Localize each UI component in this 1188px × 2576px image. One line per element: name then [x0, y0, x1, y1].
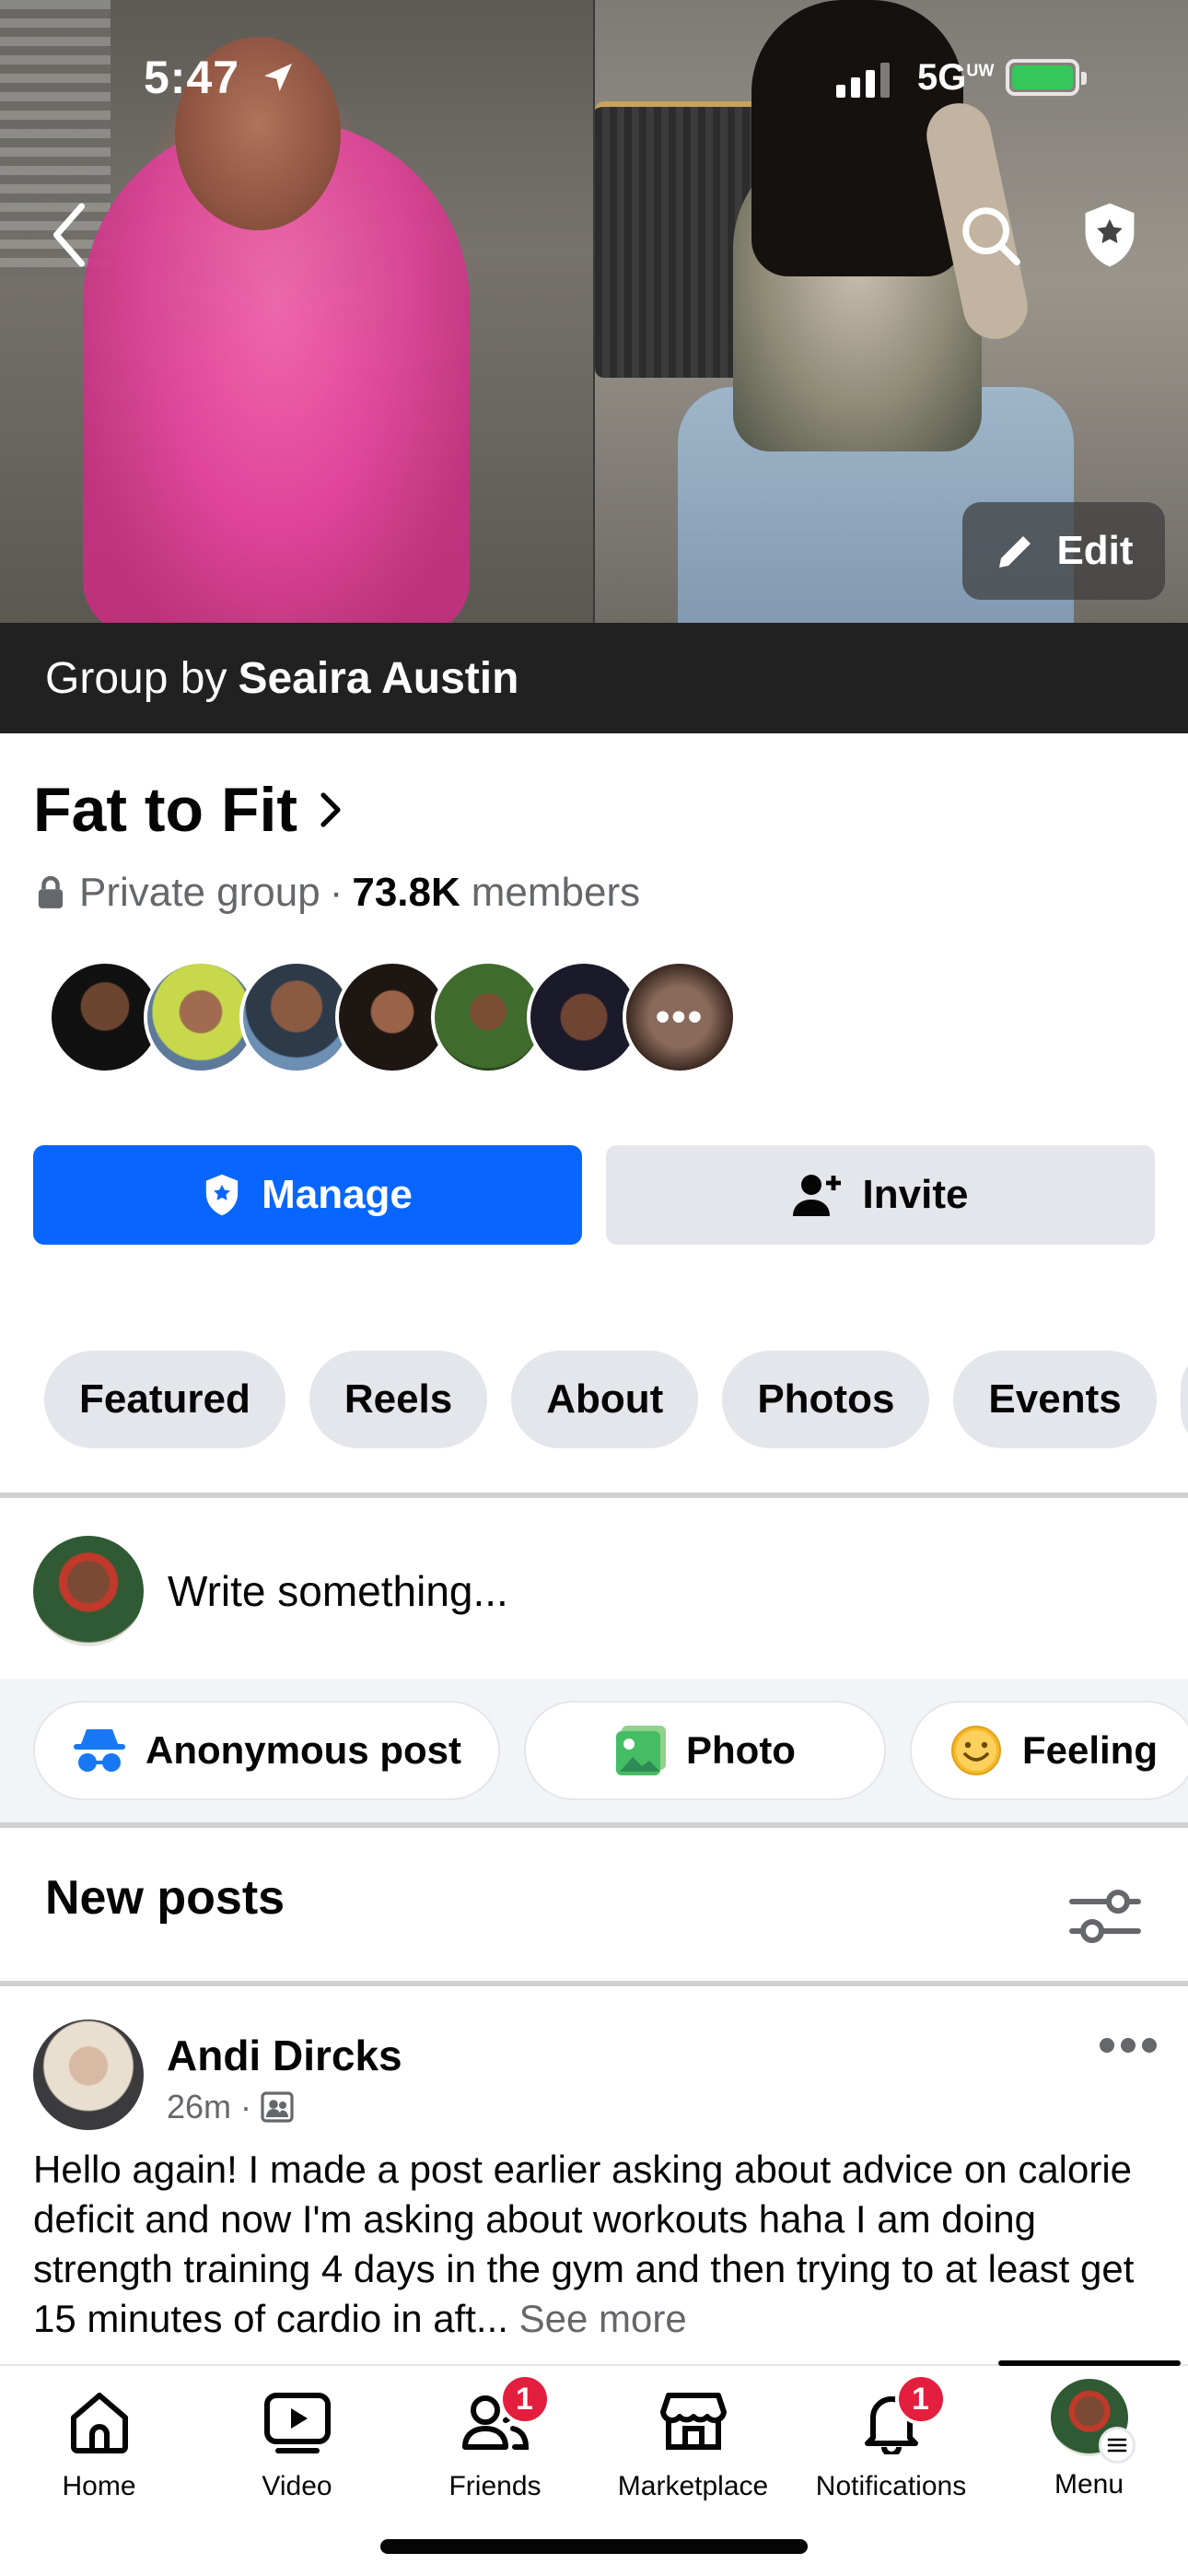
member-count[interactable]: 73.8K: [352, 870, 460, 916]
group-by-prefix: Group by: [45, 653, 227, 703]
home-icon: [70, 2393, 128, 2453]
tab-overflow[interactable]: [1180, 1351, 1188, 1448]
status-time: 5:47: [144, 52, 240, 103]
friends-badge: 1: [498, 2373, 551, 2425]
avatar: [1050, 2379, 1136, 2464]
search-button[interactable]: [953, 193, 1027, 276]
nav-notifications[interactable]: 1 Notifications: [792, 2373, 990, 2515]
feeling-label: Feeling: [1021, 1728, 1158, 1772]
nav-menu-label: Menu: [1054, 2469, 1124, 2500]
video-icon: [263, 2393, 331, 2453]
more-options-icon[interactable]: [1096, 2027, 1160, 2064]
post-meta-separator: ·: [240, 2088, 252, 2125]
see-more-link[interactable]: See more: [519, 2297, 687, 2340]
nav-video[interactable]: Video: [198, 2377, 396, 2515]
admin-tools-button[interactable]: [1073, 193, 1147, 276]
more-dots-icon: •••: [655, 994, 705, 1039]
manage-label: Manage: [262, 1172, 413, 1217]
chevron-left-icon: [52, 203, 86, 267]
nav-video-label: Video: [262, 2471, 332, 2501]
tab-events[interactable]: Events: [953, 1351, 1157, 1448]
feeling-button[interactable]: Feeling: [909, 1701, 1188, 1800]
post-body: Hello again! I made a post earlier askin…: [33, 2145, 1157, 2344]
group-owner-banner: Group by Seaira Austin: [0, 623, 1188, 733]
back-button[interactable]: [37, 193, 101, 276]
nav-friends[interactable]: 1 Friends: [396, 2373, 594, 2515]
photo-label: Photo: [686, 1728, 796, 1772]
section-divider: [0, 1981, 1188, 1986]
filter-sliders-icon[interactable]: [1068, 1884, 1142, 1949]
nav-marketplace[interactable]: Marketplace: [594, 2377, 792, 2515]
cover-photo[interactable]: 5:47 5GUW Edit: [0, 0, 1188, 623]
tab-reels[interactable]: Reels: [309, 1351, 488, 1448]
composer-actions: Anonymous post Photo Feeling: [33, 1701, 1188, 1800]
avatar[interactable]: [33, 2020, 144, 2130]
incognito-icon: [74, 1729, 125, 1772]
status-bar: 5:47 5GUW: [0, 0, 1188, 147]
avatar: [33, 1536, 144, 1646]
post-author-name[interactable]: Andi Dircks: [167, 2031, 402, 2080]
smiley-icon: [950, 1726, 1001, 1775]
group-privacy: Private group: [79, 870, 320, 915]
nav-menu[interactable]: Menu: [990, 2377, 1188, 2515]
marketplace-icon: [659, 2393, 727, 2450]
section-divider: [0, 1493, 1188, 1498]
notifications-badge: 1: [894, 2373, 947, 2425]
shield-star-icon: [1085, 203, 1135, 267]
group-title-row[interactable]: Fat to Fit: [33, 774, 344, 846]
home-indicator: [380, 2539, 808, 2554]
edit-cover-button[interactable]: Edit: [962, 502, 1165, 600]
invite-button[interactable]: Invite: [606, 1145, 1155, 1245]
composer-placeholder[interactable]: Write something...: [168, 1566, 508, 1616]
edit-label: Edit: [1056, 528, 1134, 573]
chevron-right-icon: [320, 792, 341, 827]
post-meta: 26m ·: [167, 2088, 294, 2126]
search-icon: [962, 207, 1020, 265]
group-actions: Manage Invite: [33, 1145, 1155, 1245]
nav-friends-label: Friends: [448, 2471, 542, 2501]
shield-star-icon: [205, 1174, 239, 1216]
anonymous-post-label: Anonymous post: [146, 1728, 461, 1772]
nav-notifications-label: Notifications: [815, 2471, 967, 2501]
section-divider: [0, 1822, 1188, 1828]
post-time[interactable]: 26m: [167, 2088, 231, 2126]
add-person-icon: [792, 1175, 841, 1216]
tab-photos[interactable]: Photos: [722, 1351, 930, 1448]
meta-separator: ·: [329, 870, 344, 915]
photo-button[interactable]: Photo: [524, 1701, 886, 1800]
group-meta: Private group · 73.8K members: [37, 870, 640, 916]
active-tab-indicator: [998, 2360, 1181, 2366]
battery-icon: [1006, 59, 1087, 96]
tab-about[interactable]: About: [511, 1351, 699, 1448]
photo-icon: [616, 1726, 666, 1775]
manage-button[interactable]: Manage: [33, 1145, 582, 1245]
member-avatars[interactable]: •••: [48, 960, 737, 1074]
menu-hamburger-icon: [1098, 2427, 1136, 2464]
group-owner-name[interactable]: Seaira Austin: [238, 653, 518, 704]
nav-home-label: Home: [62, 2471, 136, 2501]
lock-icon: [38, 875, 64, 908]
feed-heading: New posts: [45, 1871, 285, 1925]
more-members-button[interactable]: •••: [623, 960, 737, 1074]
post-composer[interactable]: Write something...: [33, 1536, 508, 1646]
nav-home[interactable]: Home: [0, 2377, 198, 2515]
location-arrow-icon: [264, 64, 292, 91]
tab-featured[interactable]: Featured: [44, 1351, 285, 1448]
group-tabs: Featured Reels About Photos Events: [44, 1351, 1188, 1448]
anonymous-post-button[interactable]: Anonymous post: [33, 1701, 500, 1800]
group-members-audience-icon: [261, 2091, 294, 2123]
nav-marketplace-label: Marketplace: [617, 2471, 769, 2501]
group-name: Fat to Fit: [33, 775, 298, 845]
signal-icon: [836, 61, 890, 98]
pencil-icon: [999, 536, 1031, 568]
network-type: 5GUW: [917, 57, 995, 98]
member-suffix: members: [471, 870, 641, 915]
invite-label: Invite: [862, 1172, 969, 1217]
